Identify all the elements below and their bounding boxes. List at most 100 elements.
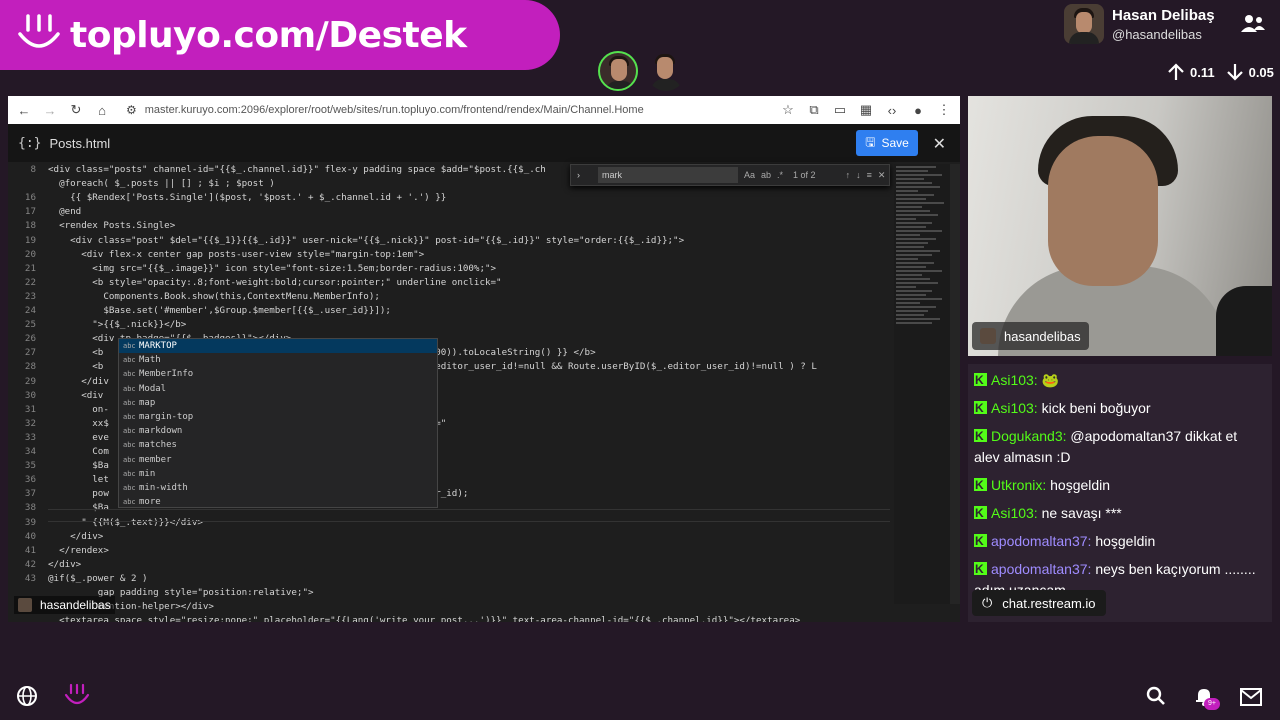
back-icon[interactable]: ←	[16, 102, 32, 118]
autocomplete-label: map	[139, 397, 156, 408]
text-kind-icon: abc	[123, 469, 136, 478]
minimap[interactable]	[894, 164, 950, 604]
streamer-profile[interactable]: Hasan Delibaş @hasandelibas	[1064, 4, 1215, 44]
line-number: 30	[24, 389, 36, 401]
prev-match-icon[interactable]: ↑	[846, 170, 851, 180]
arrow-down-icon	[1226, 64, 1243, 81]
home-icon[interactable]: ⌂	[94, 102, 110, 118]
line-number: 27	[24, 347, 36, 359]
site-info-icon[interactable]: ⚙	[126, 103, 137, 117]
mail-icon[interactable]	[1240, 688, 1262, 706]
autocomplete-item[interactable]: abc margin-top	[119, 410, 437, 424]
bookmark-star-icon[interactable]: ☆	[780, 102, 796, 118]
chat-username[interactable]: Utkronix:	[991, 477, 1046, 493]
save-button[interactable]: 🖫 Save	[856, 130, 918, 156]
participant-avatar[interactable]	[646, 51, 686, 91]
line-number: 16	[24, 192, 36, 204]
code-line: eve	[48, 431, 109, 443]
banner-text: topluyo.com/Destek	[70, 14, 467, 56]
chat-username[interactable]: apodomaltan37:	[991, 561, 1091, 577]
topluyo-logo-small-icon[interactable]	[64, 683, 90, 709]
current-line-highlight	[48, 509, 890, 522]
address-bar[interactable]: ⚙ master.kuruyo.com:2096/explorer/root/w…	[120, 99, 770, 121]
cam-name: hasandelibas	[1004, 328, 1081, 344]
autocomplete-label: MARKTOP	[139, 341, 177, 352]
close-find-icon[interactable]: ✕	[878, 170, 886, 181]
participant-avatar-active[interactable]	[598, 51, 638, 91]
autocomplete-item[interactable]: abc Modal	[119, 382, 437, 396]
microphone	[1216, 286, 1272, 356]
forward-icon[interactable]: →	[42, 102, 58, 118]
code-line: Components.Book.show(this,ContextMenu.Me…	[48, 290, 380, 302]
chat-text: kick beni boğuyor	[1041, 400, 1151, 416]
whole-word-toggle[interactable]: ab	[761, 170, 771, 180]
close-icon[interactable]: ✕	[933, 134, 946, 154]
autocomplete-item[interactable]: abc Math	[119, 353, 437, 367]
line-number: 36	[24, 474, 36, 486]
autocomplete-list[interactable]: abc MARKTOP abc Math abc MemberInfo abc Modal ab…	[118, 338, 438, 508]
autocomplete-item[interactable]: abc more	[119, 495, 437, 509]
text-kind-icon: abc	[123, 370, 136, 379]
line-number: 32	[24, 417, 36, 429]
code-line: </div>	[48, 530, 104, 542]
match-case-toggle[interactable]: Aa	[744, 170, 755, 180]
chat-text: 🐸	[1041, 372, 1060, 388]
line-number: 20	[24, 248, 36, 260]
find-in-selection-icon[interactable]: ≡	[867, 170, 872, 180]
code-line: @if($_.power & 2 )	[48, 572, 148, 584]
chat-username[interactable]: apodomaltan37:	[991, 533, 1091, 549]
code-line: @end	[48, 206, 82, 218]
code-editor[interactable]: 8 <div class="posts" channel-id="{{$_.cha…	[8, 164, 960, 622]
autocomplete-label: MemberInfo	[139, 369, 194, 380]
save-label: Save	[881, 136, 909, 150]
chat-username[interactable]: Asi103:	[991, 505, 1038, 521]
apps-icon[interactable]: ▦	[858, 102, 874, 118]
autocomplete-item[interactable]: abc min-width	[119, 481, 437, 495]
people-icon[interactable]	[1240, 14, 1266, 34]
avatar	[1064, 4, 1104, 44]
kick-icon	[974, 370, 987, 391]
code-line: <rendex Posts.Single>	[48, 220, 176, 232]
autocomplete-item[interactable]: abc member	[119, 453, 437, 467]
globe-icon[interactable]	[16, 685, 38, 707]
account-icon[interactable]: ●	[910, 102, 926, 118]
autocomplete-item[interactable]: abc matches	[119, 438, 437, 452]
autocomplete-label: markdown	[139, 426, 183, 437]
participants	[598, 51, 686, 91]
chat-username[interactable]: Asi103:	[991, 400, 1038, 416]
url-text: master.kuruyo.com:2096/explorer/root/web…	[144, 104, 644, 116]
chat-username[interactable]: Asi103:	[991, 372, 1038, 388]
file-name: Posts.html	[49, 135, 111, 151]
line-number: 43	[24, 572, 36, 584]
code-line: $Base.set('#member',$Group.$member[{{$_.…	[48, 305, 391, 316]
devtools-icon[interactable]: ‹›	[884, 102, 900, 118]
reload-icon[interactable]: ↻	[68, 102, 84, 118]
find-widget[interactable]: › mark Aa ab .* 1 of 2 ↑ ↓ ≡ ✕	[570, 164, 890, 186]
menu-icon[interactable]: ⋮	[936, 102, 952, 118]
code-line: <div class="post" $del="{{$_1}}{{$_.id}}…	[48, 234, 685, 246]
upload-value: 0.11	[1190, 64, 1215, 80]
arrow-up-icon	[1168, 63, 1184, 80]
chat-message: Utkronix: hoşgeldin	[974, 475, 1266, 496]
autocomplete-item[interactable]: abc MARKTOP	[119, 339, 437, 354]
browser-window: ← → ↻ ⌂ ⚙ master.kuruyo.com:2096/explore…	[8, 96, 960, 622]
next-match-icon[interactable]: ↓	[856, 170, 861, 180]
regex-toggle[interactable]: .*	[777, 170, 783, 180]
search-icon[interactable]	[1146, 686, 1166, 706]
autocomplete-item[interactable]: abc map	[119, 396, 437, 410]
find-input[interactable]: mark	[598, 167, 738, 183]
autocomplete-item[interactable]: abc markdown	[119, 424, 437, 438]
profile-handle: @hasandelibas	[1112, 26, 1202, 42]
line-number: 25	[24, 319, 36, 331]
editor-scrollbar[interactable]	[950, 164, 960, 604]
autocomplete-item[interactable]: abc MemberInfo	[119, 367, 437, 381]
sidebar-icon[interactable]: ▭	[832, 102, 848, 118]
autocomplete-item[interactable]: abc min	[119, 467, 437, 481]
chat-username[interactable]: Dogukand3:	[991, 428, 1067, 444]
line-number: 21	[24, 262, 36, 274]
line-number: 38	[24, 502, 36, 514]
code-line: @foreach( $_.posts || [] ; $i ; $post )	[48, 178, 275, 190]
extensions-icon[interactable]: ⧉	[806, 102, 822, 118]
toggle-replace-icon[interactable]: ›	[577, 170, 580, 180]
code-line: <textarea space style="resize:none;" pla…	[48, 615, 801, 622]
